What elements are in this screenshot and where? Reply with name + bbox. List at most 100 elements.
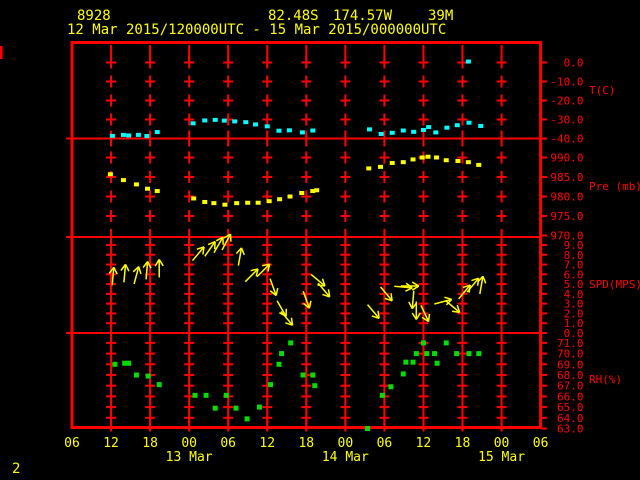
pressure-point bbox=[366, 166, 372, 171]
x-hour-label: 06 bbox=[220, 436, 236, 451]
humidity-point bbox=[156, 382, 162, 388]
humidity-point bbox=[400, 371, 406, 377]
pressure-point bbox=[377, 164, 383, 169]
meteogram-chart: 0.0 -10.0 -20.0 -30.0 -40.0 T(C) 990.0 985.0 980… bbox=[0, 0, 640, 480]
axis-label: SPD(MPS) bbox=[589, 278, 640, 291]
x-date-label: 13 Mar bbox=[166, 450, 213, 465]
pressure-point bbox=[222, 202, 228, 207]
wind-arrow bbox=[394, 282, 413, 292]
pressure-point bbox=[389, 160, 395, 165]
pressure-point bbox=[144, 186, 150, 191]
temperature-point bbox=[126, 133, 132, 138]
humidity-point bbox=[410, 359, 416, 365]
x-hour-label: 18 bbox=[455, 436, 471, 451]
x-hour-label: 06 bbox=[533, 436, 549, 451]
wind-arrow bbox=[310, 273, 326, 287]
humidity-point bbox=[276, 361, 282, 367]
y-tick-label: -30.0 bbox=[550, 114, 583, 127]
x-hour-label: 12 bbox=[416, 436, 432, 451]
temperature-point bbox=[400, 128, 406, 133]
humidity-point bbox=[288, 340, 294, 346]
temperature-point bbox=[433, 130, 439, 135]
humidity-point bbox=[145, 373, 151, 379]
temperature-point bbox=[389, 130, 395, 135]
humidity-point bbox=[413, 351, 419, 357]
wind-arrow bbox=[366, 304, 380, 320]
temperature-point bbox=[190, 121, 196, 126]
humidity-point bbox=[310, 372, 316, 378]
y-tick-label: 63.0 bbox=[557, 423, 584, 436]
temperature-point bbox=[135, 132, 141, 137]
y-tick-label: 990.0 bbox=[550, 152, 583, 165]
pressure-point bbox=[154, 189, 160, 194]
pressure-point bbox=[299, 190, 305, 195]
pressure-point bbox=[476, 162, 482, 167]
y-tick-label: 985.0 bbox=[550, 171, 583, 184]
temperature-point bbox=[221, 118, 227, 123]
x-date-label: 15 Mar bbox=[478, 450, 525, 465]
humidity-point bbox=[443, 340, 449, 346]
wind-arrow bbox=[458, 284, 471, 300]
temperature-point bbox=[286, 128, 292, 133]
y-tick-label: 975.0 bbox=[550, 210, 583, 223]
humidity-point bbox=[476, 351, 482, 357]
pressure-point bbox=[433, 155, 439, 160]
temperature-point bbox=[420, 127, 426, 132]
humidity-point bbox=[388, 384, 394, 390]
x-hour-label: 06 bbox=[64, 436, 80, 451]
humidity-point bbox=[454, 351, 460, 357]
temperature-point bbox=[243, 120, 249, 125]
humidity-point bbox=[223, 392, 229, 398]
temperature-point bbox=[212, 117, 218, 122]
pressure-point bbox=[107, 172, 113, 177]
pressure-point bbox=[400, 160, 406, 165]
temperature-point bbox=[232, 119, 238, 124]
temperature-point bbox=[253, 122, 259, 127]
corner-label: 2 bbox=[12, 461, 21, 477]
pressure-point bbox=[419, 155, 425, 160]
humidity-point bbox=[312, 383, 318, 389]
humidity-point bbox=[112, 361, 118, 367]
temperature-point bbox=[411, 129, 417, 134]
temperature-point bbox=[264, 124, 270, 129]
wind-arrow bbox=[434, 296, 453, 306]
meteogram-screen: 8928 82.48S 174.57W 39M 12 Mar 2015/1200… bbox=[0, 0, 640, 480]
pressure-point bbox=[455, 159, 461, 164]
humidity-point bbox=[434, 360, 440, 366]
axis-label: T(C) bbox=[589, 84, 616, 97]
pressure-point bbox=[425, 154, 431, 159]
humidity-point bbox=[300, 372, 306, 378]
temperature-point bbox=[202, 118, 208, 123]
x-hour-label: 00 bbox=[181, 436, 197, 451]
pressure-point bbox=[465, 160, 471, 165]
humidity-point bbox=[424, 351, 430, 357]
x-hour-label: 00 bbox=[338, 436, 354, 451]
pressure-point bbox=[245, 200, 251, 205]
humidity-point bbox=[203, 392, 209, 398]
axis-label: RH(%) bbox=[589, 373, 622, 386]
edge-artifact bbox=[0, 46, 3, 59]
humidity-point bbox=[212, 405, 218, 411]
temperature-point bbox=[378, 131, 384, 136]
x-hour-label: 18 bbox=[298, 436, 314, 451]
y-tick-label: -20.0 bbox=[550, 95, 583, 108]
pressure-point bbox=[234, 201, 240, 206]
y-tick-label: -10.0 bbox=[550, 76, 583, 89]
humidity-point bbox=[268, 382, 274, 388]
pressure-point bbox=[314, 188, 320, 193]
humidity-point bbox=[244, 416, 250, 422]
pressure-point bbox=[410, 157, 416, 162]
meteogram-canvas: 0.0 -10.0 -20.0 -30.0 -40.0 T(C) 990.0 985.0 980… bbox=[0, 41, 640, 465]
x-hour-label: 18 bbox=[142, 436, 158, 451]
temperature-point bbox=[426, 125, 432, 130]
y-tick-label: -40.0 bbox=[550, 133, 583, 146]
pressure-point bbox=[120, 178, 126, 183]
pressure-point bbox=[287, 194, 293, 199]
temperature-point bbox=[454, 123, 460, 128]
humidity-point bbox=[432, 351, 438, 357]
humidity-point bbox=[233, 405, 239, 411]
humidity-point bbox=[256, 404, 262, 410]
temperature-point bbox=[154, 130, 160, 135]
pressure-point bbox=[133, 182, 139, 187]
x-hour-label: 12 bbox=[103, 436, 119, 451]
